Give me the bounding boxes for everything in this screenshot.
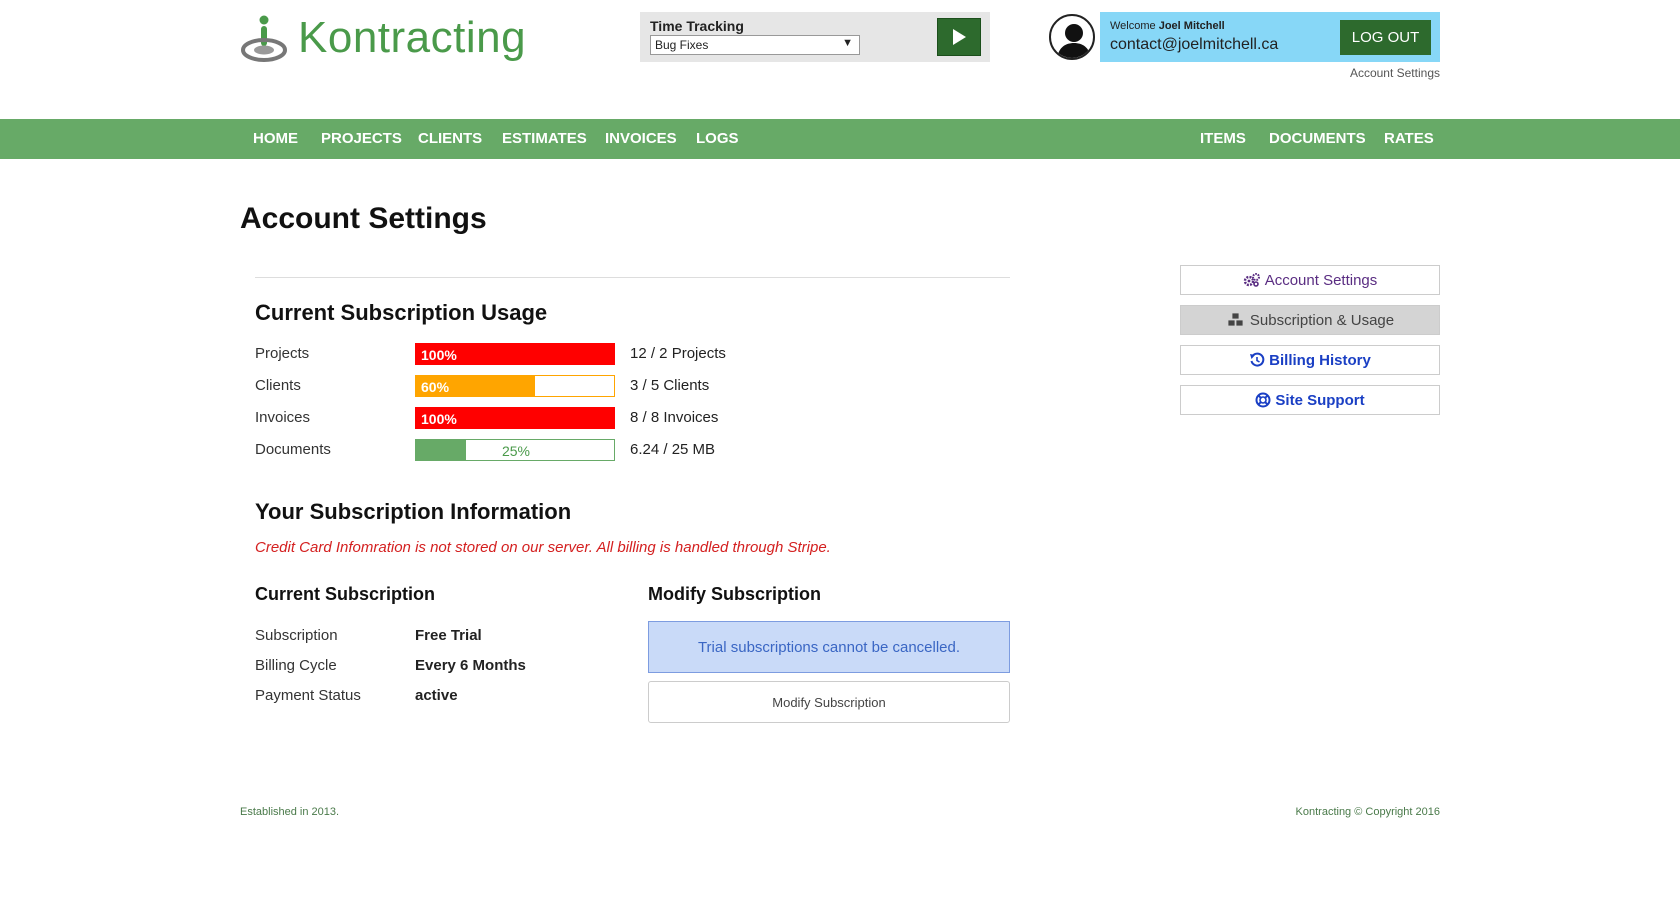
logout-button[interactable]: LOG OUT — [1340, 20, 1431, 55]
usage-value-clients: 3 / 5 Clients — [630, 377, 710, 394]
usage-percent: 60% — [421, 379, 450, 395]
time-tracking-select[interactable]: Bug Fixes ▼ — [650, 35, 860, 55]
time-tracking-label: Time Tracking — [650, 18, 744, 34]
section-divider — [255, 277, 1010, 278]
user-panel: Welcome Joel Mitchell contact@joelmitche… — [1100, 12, 1440, 62]
usage-label-clients: Clients — [255, 377, 301, 394]
modify-subscription-button[interactable]: Modify Subscription — [648, 681, 1010, 723]
sidebar-item-label: Account Settings — [1264, 271, 1378, 289]
usage-value-documents: 6.24 / 25 MB — [630, 441, 716, 458]
usage-value-invoices: 8 / 8 Invoices — [630, 409, 719, 426]
logo-icon — [240, 12, 292, 64]
footer-established: Established in 2013. — [240, 806, 340, 818]
usage-value-projects: 12 / 2 Projects — [630, 345, 726, 362]
billing-cycle-label: Billing Cycle — [255, 657, 337, 674]
nav-items[interactable]: ITEMS — [1200, 119, 1246, 159]
user-email: contact@joelmitchell.ca — [1110, 36, 1279, 53]
payment-status-value: active — [415, 687, 458, 704]
cubes-icon — [1227, 312, 1244, 327]
nav-projects[interactable]: PROJECTS — [321, 119, 402, 159]
sidebar-item-billing-history[interactable]: Billing History — [1180, 345, 1440, 375]
nav-logs[interactable]: LOGS — [696, 119, 739, 159]
lifebuoy-icon — [1255, 392, 1271, 408]
user-silhouette-icon — [1057, 24, 1091, 58]
welcome-text: Welcome Joel Mitchell — [1110, 20, 1225, 32]
time-tracking-selected: Bug Fixes — [655, 38, 709, 52]
usage-label-projects: Projects — [255, 345, 310, 362]
subscription-label: Subscription — [255, 627, 338, 644]
welcome-prefix: Welcome — [1110, 20, 1156, 32]
dropdown-arrow-icon: ▼ — [842, 37, 853, 49]
nav-rates[interactable]: RATES — [1384, 119, 1434, 159]
sidebar-item-site-support[interactable]: Site Support — [1180, 385, 1440, 415]
gears-icon — [1243, 273, 1260, 287]
start-timer-button[interactable] — [937, 18, 981, 56]
usage-bar-invoices: 100% — [415, 407, 615, 429]
nav-estimates[interactable]: ESTIMATES — [502, 119, 587, 159]
sidebar-item-label: Site Support — [1275, 391, 1365, 409]
footer-copyright: Kontracting © Copyright 2016 — [1295, 806, 1440, 818]
current-subscription-heading: Current Subscription — [255, 584, 436, 604]
time-tracking-widget: Time Tracking Bug Fixes ▼ — [640, 12, 990, 62]
usage-bar-clients: 60% — [415, 375, 615, 397]
usage-heading: Current Subscription Usage — [255, 300, 548, 325]
subscription-value: Free Trial — [415, 627, 482, 644]
history-icon — [1250, 352, 1265, 367]
sidebar-item-label: Subscription & Usage — [1249, 311, 1395, 329]
usage-label-invoices: Invoices — [255, 409, 311, 426]
play-icon — [953, 29, 966, 45]
sidebar-item-subscription-usage[interactable]: Subscription & Usage — [1180, 305, 1440, 335]
nav-invoices[interactable]: INVOICES — [605, 119, 677, 159]
modify-subscription-heading: Modify Subscription — [648, 584, 821, 604]
sidebar-item-label: Billing History — [1269, 351, 1371, 369]
nav-home[interactable]: HOME — [253, 119, 298, 159]
subscription-heading: Your Subscription Information — [255, 499, 572, 524]
trial-alert: Trial subscriptions cannot be cancelled. — [648, 621, 1010, 673]
billing-notice: Credit Card Infomration is not stored on… — [255, 539, 831, 556]
account-settings-link[interactable]: Account Settings — [1350, 66, 1440, 80]
usage-percent: 25% — [501, 443, 531, 459]
user-name: Joel Mitchell — [1158, 20, 1225, 32]
billing-cycle-value: Every 6 Months — [415, 657, 526, 674]
sidebar-item-account-settings[interactable]: Account Settings — [1180, 265, 1440, 295]
payment-status-label: Payment Status — [255, 687, 361, 704]
brand-name: Kontracting — [298, 13, 527, 62]
brand-logo[interactable]: Kontracting — [240, 12, 526, 64]
usage-label-documents: Documents — [255, 441, 331, 458]
usage-bar-documents: 25% — [415, 439, 615, 461]
avatar[interactable] — [1049, 14, 1095, 60]
main-navigation: HOME PROJECTS CLIENTS ESTIMATES INVOICES… — [0, 119, 1680, 159]
nav-clients[interactable]: CLIENTS — [418, 119, 482, 159]
nav-documents[interactable]: DOCUMENTS — [1269, 119, 1366, 159]
usage-bar-projects: 100% — [415, 343, 615, 365]
usage-percent: 100% — [421, 347, 457, 363]
page-title: Account Settings — [240, 202, 487, 235]
usage-percent: 100% — [421, 411, 457, 427]
